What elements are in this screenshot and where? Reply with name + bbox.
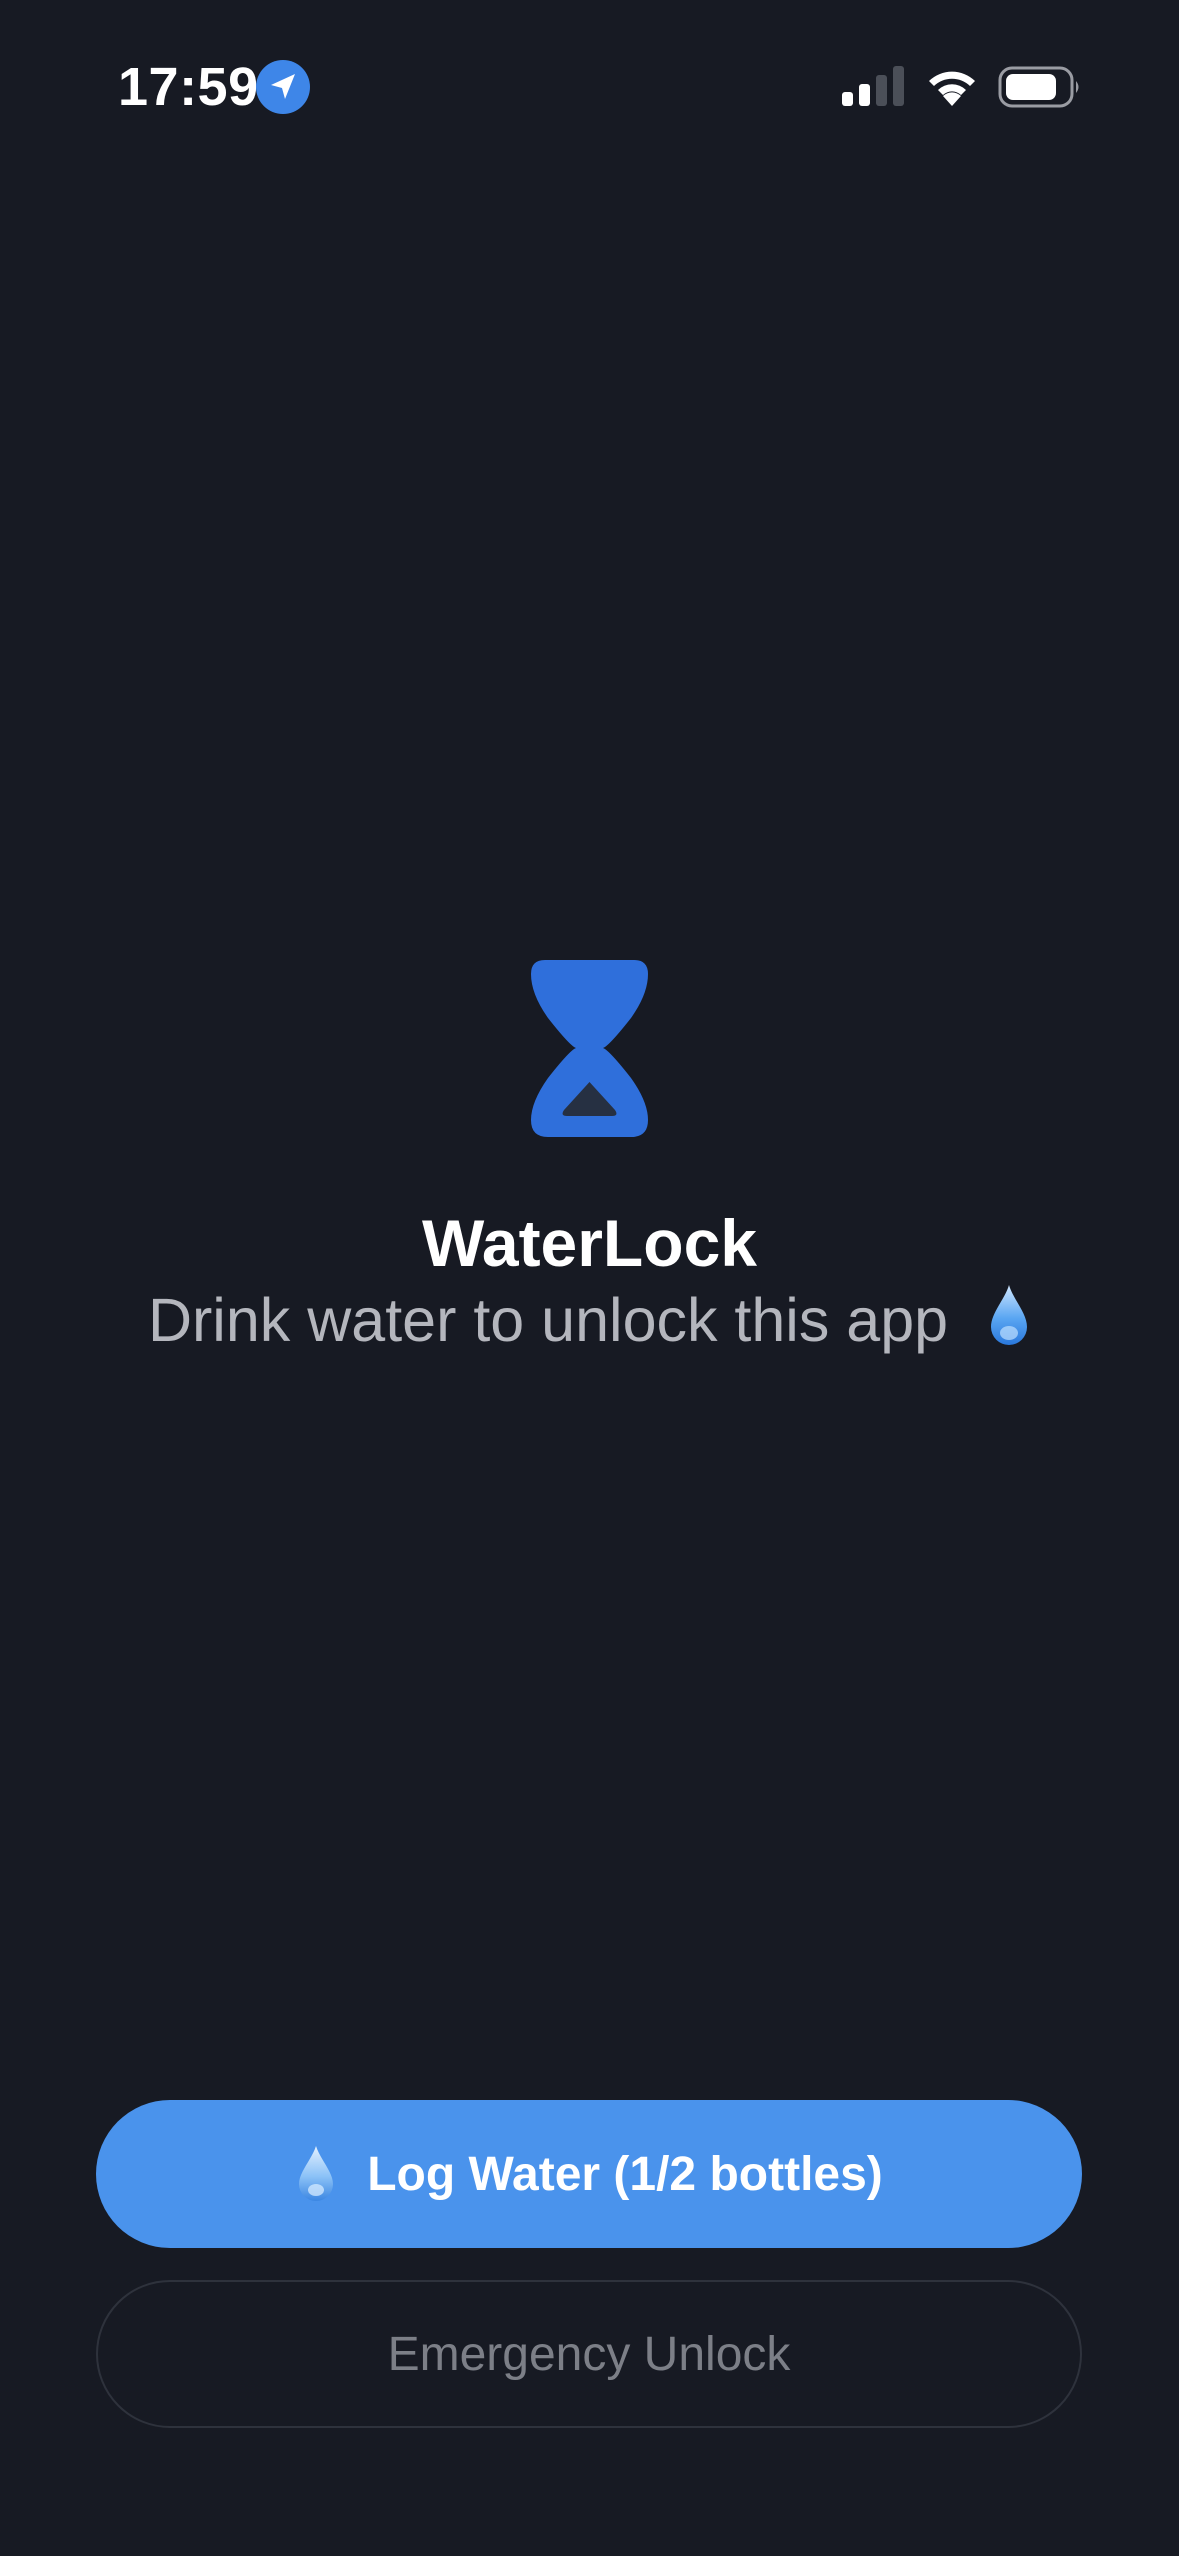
emergency-unlock-label: Emergency Unlock xyxy=(387,2327,791,2381)
app-title: WaterLock xyxy=(422,1206,757,1280)
cellular-signal-icon xyxy=(842,66,904,106)
subtitle-row: Drink water to unlock this app xyxy=(0,1282,1179,1358)
emergency-unlock-button[interactable]: Emergency Unlock xyxy=(96,2280,1082,2428)
water-drop-icon xyxy=(991,1285,1028,1345)
wifi-icon xyxy=(929,71,975,106)
subtitle-text: Drink water to unlock this app xyxy=(147,1286,949,1354)
log-water-label: Log Water (1/2 bottles) xyxy=(367,2147,883,2201)
status-bar: 17:59 xyxy=(0,0,1179,170)
status-time: 17:59 xyxy=(118,57,259,117)
water-drop-icon xyxy=(299,2146,334,2201)
log-water-button[interactable]: Log Water (1/2 bottles) xyxy=(96,2100,1082,2248)
location-arrow-icon xyxy=(256,60,310,114)
battery-icon xyxy=(998,66,1079,108)
hourglass-icon xyxy=(531,960,648,1137)
